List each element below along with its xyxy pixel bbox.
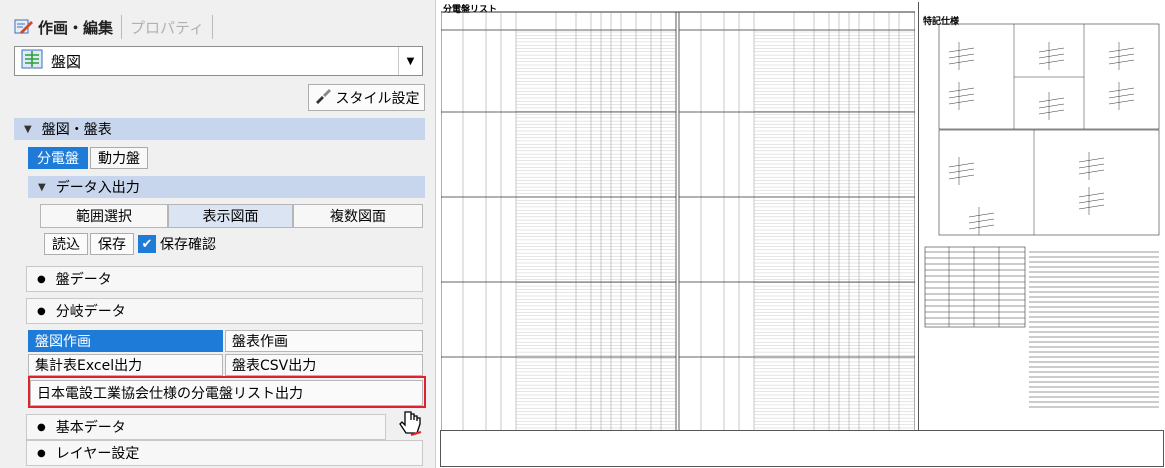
draw-board-label: 盤図作画 <box>35 334 91 350</box>
board-diagram-icon <box>21 49 43 73</box>
multi-drawing-button[interactable]: 複数図面 <box>293 204 423 228</box>
section-header-board[interactable]: ▼ 盤図・盤表 <box>14 118 425 140</box>
load-button[interactable]: 読込 <box>44 233 88 255</box>
blank-sheet-area <box>440 430 1164 467</box>
bullet-basic-data[interactable]: ● 基本データ <box>26 414 386 440</box>
bullet-icon: ● <box>37 273 46 285</box>
highlight-frame <box>28 376 426 408</box>
tab-drawing-edit[interactable]: 作画・編集 <box>6 17 121 38</box>
hand-cursor-icon <box>396 408 426 442</box>
board-type-toggle: 分電盤 動力盤 <box>28 147 148 169</box>
bullet-icon: ● <box>37 305 46 317</box>
style-settings-label: スタイル設定 <box>335 90 420 107</box>
drawing-edit-panel: 作画・編集 プロパティ 盤図 ▼ スタイル設定 ▼ 盤図・盤表 分電盤 動力盤 … <box>0 0 436 468</box>
edit-icon <box>14 18 34 36</box>
bullet-layer-settings[interactable]: ● レイヤー設定 <box>26 440 423 466</box>
spec-diagrams <box>924 23 1160 408</box>
bullet-icon: ● <box>37 421 46 433</box>
load-label: 読込 <box>52 237 80 253</box>
tab-properties[interactable]: プロパティ <box>122 17 212 38</box>
section-board-title: 盤図・盤表 <box>41 122 112 138</box>
bullet-branch-data[interactable]: ● 分岐データ <box>26 298 423 324</box>
tab-properties-label: プロパティ <box>130 18 205 37</box>
bullet-board-data[interactable]: ● 盤データ <box>26 266 423 292</box>
save-confirm-label: 保存確認 <box>160 237 216 253</box>
panel-tabs: 作画・編集 プロパティ <box>6 10 214 44</box>
toggle-distribution-board[interactable]: 分電盤 <box>28 147 88 169</box>
bullet-layer-settings-label: レイヤー設定 <box>55 446 140 462</box>
excel-label: 集計表Excel出力 <box>35 358 143 374</box>
toggle-power-board[interactable]: 動力盤 <box>90 147 148 169</box>
range-select-label: 範囲選択 <box>76 209 132 225</box>
display-drawing-label: 表示図面 <box>202 209 259 225</box>
board-list-table <box>441 11 915 430</box>
display-drawing-button[interactable]: 表示図面 <box>168 204 293 228</box>
range-select-button[interactable]: 範囲選択 <box>40 204 168 228</box>
io-actions-row: 読込 保存 ✔ 保存確認 <box>44 232 216 256</box>
bullet-branch-data-label: 分岐データ <box>55 304 126 320</box>
save-label: 保存 <box>98 237 126 253</box>
collapse-triangle-icon: ▼ <box>38 181 46 193</box>
save-confirm-checkbox[interactable]: ✔ <box>138 235 156 253</box>
toggle-power-label: 動力盤 <box>98 151 140 167</box>
bullet-icon: ● <box>37 447 46 459</box>
summary-excel-button[interactable]: 集計表Excel出力 <box>28 354 223 376</box>
board-list-sheet: 分電盤リスト <box>441 2 915 430</box>
section-header-io[interactable]: ▼ データ入出力 <box>28 176 425 198</box>
tab-divider <box>212 15 214 39</box>
multi-drawing-label: 複数図面 <box>330 209 386 225</box>
collapse-triangle-icon: ▼ <box>24 123 32 135</box>
csv-label: 盤表CSV出力 <box>232 358 317 374</box>
range-mode-row: 範囲選択 表示図面 複数図面 <box>40 204 423 228</box>
bullet-board-data-label: 盤データ <box>55 272 112 288</box>
draw-table-label: 盤表作画 <box>232 334 288 350</box>
tab-drawing-edit-label: 作画・編集 <box>38 18 114 37</box>
special-spec-sheet: 特記仕様 <box>918 2 1165 430</box>
bullet-basic-data-label: 基本データ <box>55 420 126 436</box>
draw-board-table-button[interactable]: 盤表作画 <box>225 330 423 352</box>
brush-icon <box>314 88 332 108</box>
dropdown-arrow-icon[interactable]: ▼ <box>398 47 422 75</box>
section-io-title: データ入出力 <box>55 180 140 196</box>
draw-board-diagram-button[interactable]: 盤図作画 <box>28 330 223 352</box>
save-button[interactable]: 保存 <box>90 233 134 255</box>
style-select-value: 盤図 <box>51 52 82 71</box>
style-settings-button[interactable]: スタイル設定 <box>308 84 425 111</box>
toggle-distribution-label: 分電盤 <box>37 151 79 167</box>
board-csv-button[interactable]: 盤表CSV出力 <box>225 354 423 376</box>
style-select[interactable]: 盤図 ▼ <box>14 46 423 76</box>
